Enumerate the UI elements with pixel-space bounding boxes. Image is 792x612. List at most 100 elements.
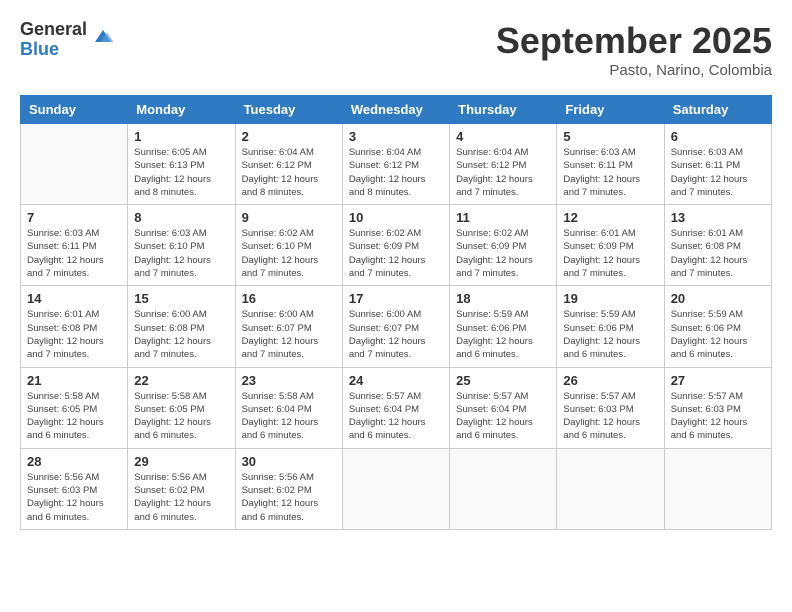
empty-cell <box>557 448 664 529</box>
day-info: Sunrise: 6:04 AM Sunset: 6:12 PM Dayligh… <box>242 146 336 199</box>
day-cell-7: 7Sunrise: 6:03 AM Sunset: 6:11 PM Daylig… <box>21 205 128 286</box>
day-info: Sunrise: 5:56 AM Sunset: 6:02 PM Dayligh… <box>134 471 228 524</box>
logo-general: General <box>20 20 87 40</box>
day-info: Sunrise: 5:57 AM Sunset: 6:03 PM Dayligh… <box>671 390 765 443</box>
day-number: 25 <box>456 373 550 388</box>
column-header-friday: Friday <box>557 96 664 124</box>
day-info: Sunrise: 6:05 AM Sunset: 6:13 PM Dayligh… <box>134 146 228 199</box>
day-number: 29 <box>134 454 228 469</box>
day-info: Sunrise: 5:59 AM Sunset: 6:06 PM Dayligh… <box>456 308 550 361</box>
day-number: 17 <box>349 291 443 306</box>
day-cell-14: 14 Sunrise: 6:01 AM Sunset: 6:08 PM Dayli… <box>21 286 128 367</box>
day-cell-22: 22 Sunrise: 5:58 AM Sunset: 6:05 PM Dayli… <box>128 367 235 448</box>
day-cell-13: 13 Sunrise: 6:01 AM Sunset: 6:08 PM Dayli… <box>664 205 771 286</box>
day-info: Sunrise: 5:58 AM Sunset: 6:05 PM Dayligh… <box>134 390 228 443</box>
day-cell-17: 17 Sunrise: 6:00 AM Sunset: 6:07 PM Dayli… <box>342 286 449 367</box>
empty-cell <box>450 448 557 529</box>
title-block: September 2025 Pasto, Narino, Colombia <box>496 20 772 79</box>
day-number: 13 <box>671 210 765 225</box>
day-number: 5 <box>563 129 657 144</box>
day-cell-15: 15Sunrise: 6:00 AM Sunset: 6:08 PM Dayli… <box>128 286 235 367</box>
day-number: 22 <box>134 373 228 388</box>
day-info: Sunrise: 6:02 AM Sunset: 6:10 PM Dayligh… <box>242 227 336 280</box>
day-number: 12 <box>563 210 657 225</box>
day-number: 14 <box>27 291 121 306</box>
day-number: 1 <box>134 129 228 144</box>
logo-icon <box>91 26 115 46</box>
day-info: Sunrise: 6:03 AM Sunset: 6:11 PM Dayligh… <box>671 146 765 199</box>
day-number: 4 <box>456 129 550 144</box>
day-cell-19: 19Sunrise: 5:59 AM Sunset: 6:06 PM Dayli… <box>557 286 664 367</box>
day-info: Sunrise: 6:01 AM Sunset: 6:08 PM Dayligh… <box>671 227 765 280</box>
week-row-3: 14 Sunrise: 6:01 AM Sunset: 6:08 PM Dayli… <box>21 286 772 367</box>
logo-blue: Blue <box>20 40 87 60</box>
day-info: Sunrise: 5:56 AM Sunset: 6:02 PM Dayligh… <box>242 471 336 524</box>
day-info: Sunrise: 6:04 AM Sunset: 6:12 PM Dayligh… <box>456 146 550 199</box>
day-info: Sunrise: 5:58 AM Sunset: 6:04 PM Dayligh… <box>242 390 336 443</box>
day-info: Sunrise: 6:04 AM Sunset: 6:12 PM Dayligh… <box>349 146 443 199</box>
empty-cell <box>342 448 449 529</box>
day-info: Sunrise: 6:00 AM Sunset: 6:07 PM Dayligh… <box>242 308 336 361</box>
day-number: 8 <box>134 210 228 225</box>
day-info: Sunrise: 5:56 AM Sunset: 6:03 PM Dayligh… <box>27 471 121 524</box>
day-info: Sunrise: 5:59 AM Sunset: 6:06 PM Dayligh… <box>563 308 657 361</box>
month-title: September 2025 <box>496 20 772 62</box>
day-number: 28 <box>27 454 121 469</box>
day-cell-4: 4 Sunrise: 6:04 AM Sunset: 6:12 PM Daylig… <box>450 124 557 205</box>
day-cell-2: 2 Sunrise: 6:04 AM Sunset: 6:12 PM Daylig… <box>235 124 342 205</box>
day-number: 20 <box>671 291 765 306</box>
week-row-1: 1 Sunrise: 6:05 AM Sunset: 6:13 PM Daylig… <box>21 124 772 205</box>
day-info: Sunrise: 6:01 AM Sunset: 6:08 PM Dayligh… <box>27 308 121 361</box>
empty-cell <box>21 124 128 205</box>
calendar-table: SundayMondayTuesdayWednesdayThursdayFrid… <box>20 95 772 530</box>
day-number: 10 <box>349 210 443 225</box>
day-info: Sunrise: 6:02 AM Sunset: 6:09 PM Dayligh… <box>456 227 550 280</box>
day-info: Sunrise: 6:03 AM Sunset: 6:11 PM Dayligh… <box>563 146 657 199</box>
column-header-sunday: Sunday <box>21 96 128 124</box>
day-info: Sunrise: 6:03 AM Sunset: 6:11 PM Dayligh… <box>27 227 121 280</box>
location-subtitle: Pasto, Narino, Colombia <box>496 62 772 79</box>
day-info: Sunrise: 6:02 AM Sunset: 6:09 PM Dayligh… <box>349 227 443 280</box>
column-header-saturday: Saturday <box>664 96 771 124</box>
day-cell-11: 11 Sunrise: 6:02 AM Sunset: 6:09 PM Dayli… <box>450 205 557 286</box>
day-number: 18 <box>456 291 550 306</box>
day-info: Sunrise: 5:58 AM Sunset: 6:05 PM Dayligh… <box>27 390 121 443</box>
day-info: Sunrise: 5:59 AM Sunset: 6:06 PM Dayligh… <box>671 308 765 361</box>
week-row-5: 28 Sunrise: 5:56 AM Sunset: 6:03 PM Dayli… <box>21 448 772 529</box>
day-info: Sunrise: 6:00 AM Sunset: 6:07 PM Dayligh… <box>349 308 443 361</box>
column-header-tuesday: Tuesday <box>235 96 342 124</box>
day-number: 23 <box>242 373 336 388</box>
day-number: 30 <box>242 454 336 469</box>
day-cell-26: 26Sunrise: 5:57 AM Sunset: 6:03 PM Dayli… <box>557 367 664 448</box>
day-cell-12: 12 Sunrise: 6:01 AM Sunset: 6:09 PM Dayli… <box>557 205 664 286</box>
logo: General Blue <box>20 20 115 60</box>
day-number: 6 <box>671 129 765 144</box>
day-info: Sunrise: 5:57 AM Sunset: 6:04 PM Dayligh… <box>349 390 443 443</box>
day-info: Sunrise: 5:57 AM Sunset: 6:03 PM Dayligh… <box>563 390 657 443</box>
day-cell-1: 1 Sunrise: 6:05 AM Sunset: 6:13 PM Daylig… <box>128 124 235 205</box>
day-number: 11 <box>456 210 550 225</box>
day-number: 9 <box>242 210 336 225</box>
day-cell-25: 25 Sunrise: 5:57 AM Sunset: 6:04 PM Dayli… <box>450 367 557 448</box>
day-cell-8: 8 Sunrise: 6:03 AM Sunset: 6:10 PM Daylig… <box>128 205 235 286</box>
day-number: 27 <box>671 373 765 388</box>
day-cell-5: 5 Sunrise: 6:03 AM Sunset: 6:11 PM Daylig… <box>557 124 664 205</box>
day-number: 16 <box>242 291 336 306</box>
day-number: 24 <box>349 373 443 388</box>
day-cell-28: 28 Sunrise: 5:56 AM Sunset: 6:03 PM Dayli… <box>21 448 128 529</box>
day-cell-21: 21Sunrise: 5:58 AM Sunset: 6:05 PM Dayli… <box>21 367 128 448</box>
day-cell-10: 10 Sunrise: 6:02 AM Sunset: 6:09 PM Dayli… <box>342 205 449 286</box>
day-cell-20: 20 Sunrise: 5:59 AM Sunset: 6:06 PM Dayli… <box>664 286 771 367</box>
day-info: Sunrise: 6:03 AM Sunset: 6:10 PM Dayligh… <box>134 227 228 280</box>
day-info: Sunrise: 6:01 AM Sunset: 6:09 PM Dayligh… <box>563 227 657 280</box>
day-cell-24: 24 Sunrise: 5:57 AM Sunset: 6:04 PM Dayli… <box>342 367 449 448</box>
day-number: 3 <box>349 129 443 144</box>
calendar-header-row: SundayMondayTuesdayWednesdayThursdayFrid… <box>21 96 772 124</box>
day-info: Sunrise: 5:57 AM Sunset: 6:04 PM Dayligh… <box>456 390 550 443</box>
day-cell-29: 29 Sunrise: 5:56 AM Sunset: 6:02 PM Dayli… <box>128 448 235 529</box>
day-number: 2 <box>242 129 336 144</box>
day-cell-23: 23 Sunrise: 5:58 AM Sunset: 6:04 PM Dayli… <box>235 367 342 448</box>
day-cell-27: 27 Sunrise: 5:57 AM Sunset: 6:03 PM Dayli… <box>664 367 771 448</box>
day-number: 15 <box>134 291 228 306</box>
week-row-2: 7Sunrise: 6:03 AM Sunset: 6:11 PM Daylig… <box>21 205 772 286</box>
